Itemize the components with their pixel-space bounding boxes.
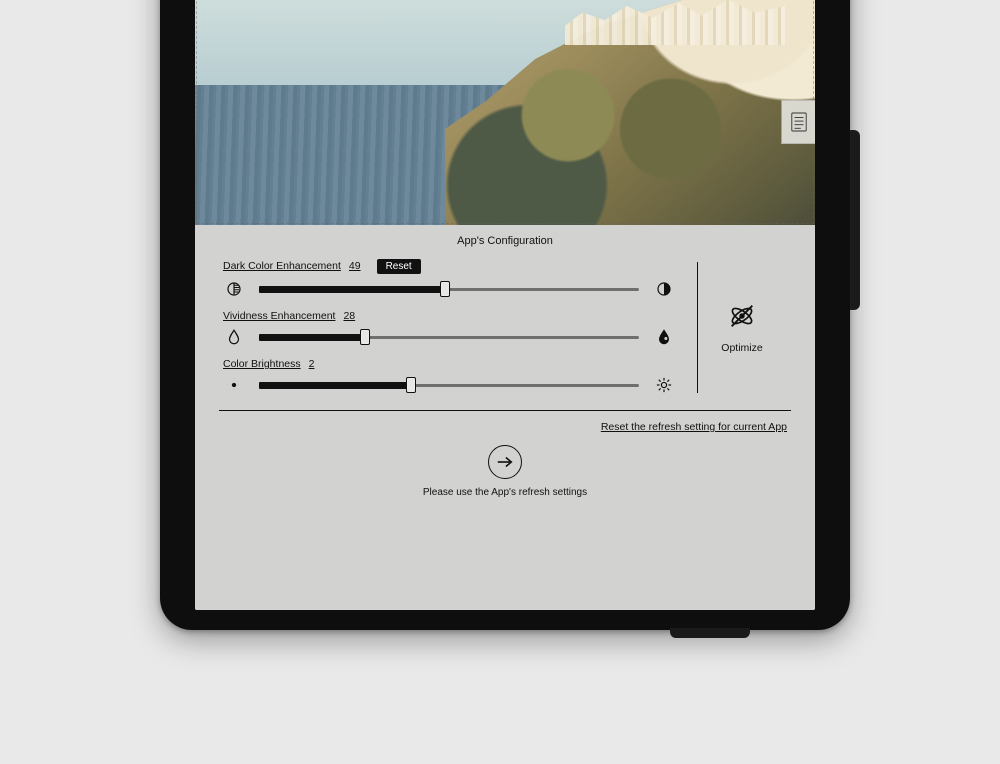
device-bottom-nub [670,628,750,638]
reset-button[interactable]: Reset [377,259,421,274]
hero-image [195,0,815,225]
brightness-high-icon [653,376,675,394]
horizontal-divider [219,410,791,411]
vividness-value: 28 [343,310,355,322]
config-panel: App's Configuration Dark Color Enhanceme… [195,225,815,610]
page-button[interactable] [781,100,815,144]
reset-refresh-link[interactable]: Reset the refresh setting for current Ap… [223,421,787,433]
panel-columns: Dark Color Enhancement 49 Reset [223,257,787,398]
screen: App's Configuration Dark Color Enhanceme… [195,0,815,610]
dark-color-slider[interactable] [259,281,639,297]
brightness-low-icon [223,376,245,394]
optimize-column: Optimize [697,257,787,398]
apply-arrow-button[interactable] [488,445,522,479]
arrow-right-icon [496,456,514,468]
dark-color-label-row: Dark Color Enhancement 49 Reset [223,259,675,274]
refresh-hint: Please use the App's refresh settings [223,487,787,498]
vividness-slider-row [223,328,675,346]
brightness-slider-row [223,376,675,394]
drop-full-icon [653,328,675,346]
optimize-icon[interactable] [727,301,757,334]
controls-column: Dark Color Enhancement 49 Reset [223,257,697,398]
optimize-label: Optimize [721,342,762,354]
device-frame: App's Configuration Dark Color Enhanceme… [160,0,850,630]
vertical-divider [697,262,698,393]
brightness-label-row: Color Brightness 2 [223,358,675,370]
dark-color-slider-row [223,280,675,298]
dark-color-value: 49 [349,260,361,272]
brightness-value: 2 [309,358,315,370]
vividness-label-row: Vividness Enhancement 28 [223,310,675,322]
panel-title: App's Configuration [223,235,787,247]
drop-empty-icon [223,328,245,346]
dark-color-label: Dark Color Enhancement [223,260,341,272]
contrast-low-icon [223,280,245,298]
brightness-label: Color Brightness [223,358,301,370]
page-lines-icon [790,111,808,133]
contrast-high-icon [653,280,675,298]
vividness-slider[interactable] [259,329,639,345]
brightness-slider[interactable] [259,377,639,393]
vividness-label: Vividness Enhancement [223,310,335,322]
